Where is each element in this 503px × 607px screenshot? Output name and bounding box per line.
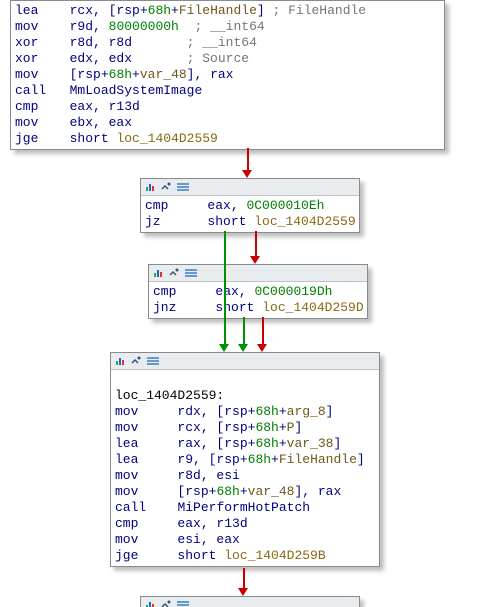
chart-icon (115, 356, 125, 366)
node-2-header[interactable] (149, 265, 367, 282)
edge-n1-n3-head (219, 344, 229, 352)
list-icon (147, 356, 157, 366)
chart-icon (153, 268, 163, 278)
node-3[interactable]: loc_1404D2559: mov rdx, [rsp+68h+arg_8] … (110, 352, 380, 567)
link-icon (169, 268, 179, 278)
link-icon (161, 182, 171, 192)
edge-n3-n4 (243, 568, 245, 590)
edge-n1-n2-head (250, 256, 260, 264)
chart-icon (145, 182, 155, 192)
node-1[interactable]: cmp eax, 0C000010Eh jz short loc_1404D25… (140, 178, 360, 233)
link-icon (161, 600, 171, 607)
node-2[interactable]: cmp eax, 0C000019Dh jnz short loc_1404D2… (148, 264, 368, 319)
edge-n3-n4-head (238, 588, 248, 596)
edge-n2-n3 (262, 317, 264, 345)
edge-n2-n3-head (257, 344, 267, 352)
edge-n1-n2 (255, 231, 257, 257)
node-3-body: loc_1404D2559: mov rdx, [rsp+68h+arg_8] … (111, 370, 379, 566)
node-4[interactable] (140, 596, 360, 607)
link-icon (131, 356, 141, 366)
edge-n1-n3-v1 (224, 231, 226, 345)
node-3-header[interactable] (111, 353, 379, 370)
node-1-header[interactable] (141, 179, 359, 196)
node-2-body: cmp eax, 0C000019Dh jnz short loc_1404D2… (149, 282, 367, 318)
node-top[interactable]: lea rcx, [rsp+68h+FileHandle] ; FileHand… (10, 0, 445, 150)
edge-n2-n3g (243, 317, 245, 345)
chart-icon (145, 600, 155, 607)
list-icon (177, 182, 187, 192)
node-4-header[interactable] (141, 597, 359, 607)
graph-canvas[interactable]: lea rcx, [rsp+68h+FileHandle] ; FileHand… (0, 0, 503, 607)
edge-n2-n3g-head (238, 344, 248, 352)
node-1-body: cmp eax, 0C000010Eh jz short loc_1404D25… (141, 196, 359, 232)
list-icon (185, 268, 195, 278)
edge-top-n1-head (242, 170, 252, 178)
list-icon (177, 600, 187, 607)
edge-top-n1 (247, 148, 249, 171)
node-top-body: lea rcx, [rsp+68h+FileHandle] ; FileHand… (11, 1, 444, 149)
